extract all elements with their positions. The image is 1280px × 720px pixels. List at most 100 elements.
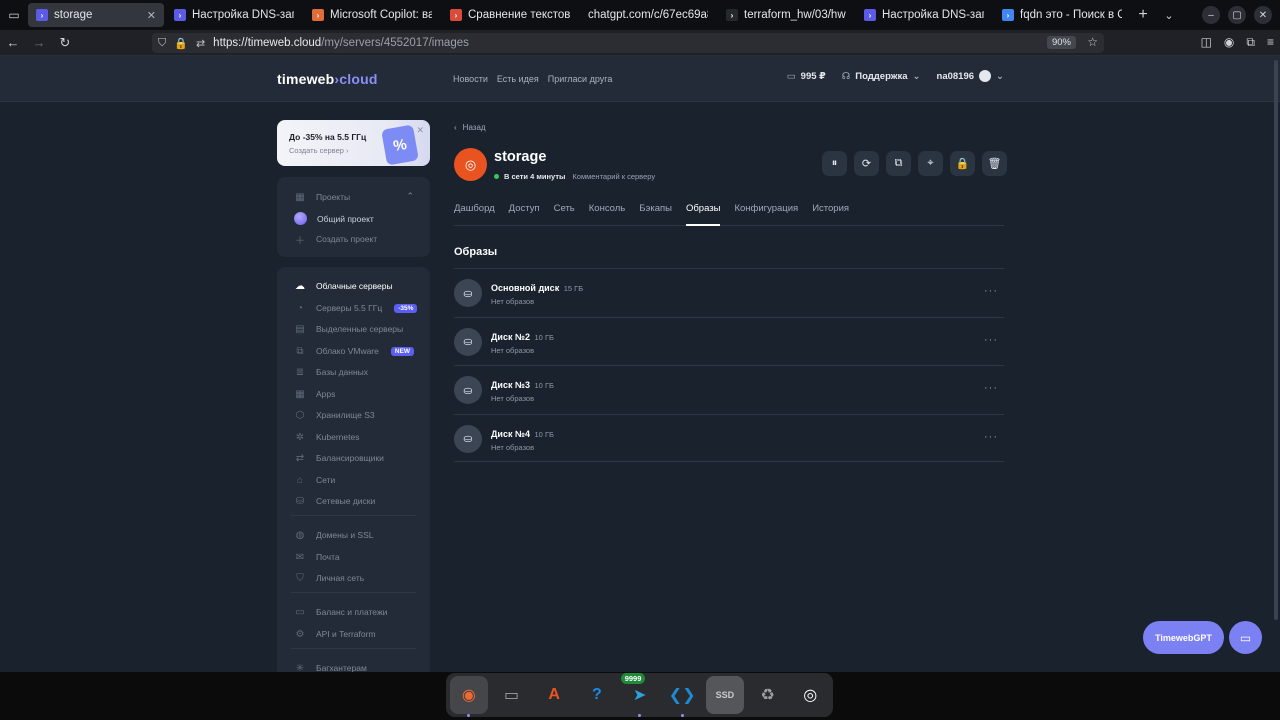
sidebar-item[interactable]: ▤ Выделенные серверы bbox=[294, 323, 403, 335]
browser-tab[interactable]: › storage ✕ bbox=[28, 3, 164, 27]
sidebar-item[interactable]: ✉ Почта bbox=[294, 551, 340, 563]
chat-icon[interactable]: ▭ bbox=[1229, 621, 1262, 654]
telegram-icon[interactable]: ➤ 9999 bbox=[620, 673, 659, 717]
disk-row[interactable]: ⛀ Диск №4 10 ГБ Нет образов ··· bbox=[454, 413, 1004, 462]
more-options-icon[interactable]: ··· bbox=[984, 431, 998, 443]
address-bar[interactable]: ⛉ 🔒 ⇄ https://timeweb.cloud/my/servers/4… bbox=[152, 33, 1104, 53]
projects-header[interactable]: ▦ Проекты bbox=[294, 191, 350, 203]
firefox-icon[interactable]: ◉ bbox=[450, 676, 488, 717]
app-center-icon[interactable]: A bbox=[535, 676, 573, 714]
trash-icon[interactable]: ♻ bbox=[749, 676, 787, 714]
shield-icon[interactable]: ⛉ bbox=[158, 37, 166, 50]
reload-icon[interactable]: ↻ bbox=[52, 35, 78, 51]
ubuntu-icon[interactable]: ◎ bbox=[791, 676, 829, 714]
minimize-icon[interactable]: – bbox=[1202, 6, 1220, 24]
extensions-icon[interactable]: ⧉ bbox=[1246, 35, 1255, 50]
promo-link[interactable]: Создать сервер › bbox=[289, 146, 349, 155]
sidebar-item[interactable]: ⬡ Хранилище S3 bbox=[294, 409, 375, 421]
header-nav-link[interactable]: Новости bbox=[453, 74, 488, 84]
balance[interactable]: ▭ 995 ₽ bbox=[787, 71, 826, 82]
disk-row[interactable]: ⛀ Диск №3 10 ГБ Нет образов ··· bbox=[454, 365, 1004, 414]
browser-tab[interactable]: chatgpt.com/c/67ec69a8- bbox=[580, 3, 716, 27]
server-tab[interactable]: Консоль bbox=[589, 203, 626, 226]
help-icon[interactable]: ? bbox=[578, 676, 616, 714]
server-tab[interactable]: Доступ bbox=[509, 203, 540, 226]
sidebar-divider bbox=[291, 592, 416, 593]
disk-icon[interactable]: SSD bbox=[706, 676, 744, 714]
disk-size: 10 ГБ bbox=[534, 429, 554, 439]
chevron-up-icon[interactable]: ⌃ bbox=[406, 191, 414, 202]
browser-tab[interactable]: › Настройка DNS-запис bbox=[166, 3, 302, 27]
browser-tab[interactable]: › terraform_hw/03/hw-0 bbox=[718, 3, 854, 27]
back-link[interactable]: ‹ Назад bbox=[454, 123, 486, 132]
server-tab[interactable]: Сеть bbox=[554, 203, 575, 226]
sidebar-item[interactable]: ☁ Облачные серверы bbox=[294, 280, 393, 292]
sidebar-item[interactable]: ⧉ Облако VMware NEW bbox=[294, 345, 415, 357]
sidebar-item[interactable]: ≣ Базы данных bbox=[294, 366, 368, 378]
more-options-icon[interactable]: ··· bbox=[984, 382, 998, 394]
window-close-icon[interactable]: ✕ bbox=[1254, 6, 1272, 24]
lock-button[interactable]: 🔒 bbox=[950, 151, 975, 176]
browser-tab[interactable]: › Настройка DNS-запис bbox=[856, 3, 992, 27]
url-text[interactable]: https://timeweb.cloud/my/servers/4552017… bbox=[213, 37, 469, 49]
header-nav-link[interactable]: Есть идея bbox=[497, 74, 539, 84]
sidebar-item[interactable]: ◍ Домены и SSL bbox=[294, 529, 374, 541]
browser-tab[interactable]: › Microsoft Copilot: ваш bbox=[304, 3, 440, 27]
server-tab[interactable]: История bbox=[812, 203, 849, 226]
scrollbar[interactable] bbox=[1274, 60, 1278, 620]
tab-close-icon[interactable]: ✕ bbox=[147, 9, 156, 22]
trash-button[interactable]: 🗑 bbox=[982, 151, 1007, 176]
browser-tab[interactable]: › Сравнение текстов он bbox=[442, 3, 578, 27]
menu-icon[interactable]: ≡ bbox=[1267, 35, 1274, 50]
vscode-icon[interactable]: ❮❯ bbox=[663, 676, 701, 717]
sidebar-item[interactable]: ⛁ Сетевые диски bbox=[294, 495, 375, 507]
more-options-icon[interactable]: ··· bbox=[984, 285, 998, 297]
copy-button[interactable]: ⧉ bbox=[886, 151, 911, 176]
sidebar-item-label: Базы данных bbox=[316, 367, 369, 377]
forward-arrow-icon[interactable]: → bbox=[26, 35, 52, 50]
close-icon[interactable]: ✕ bbox=[416, 125, 424, 136]
sidebar-item[interactable]: ✲ Kubernetes bbox=[294, 431, 360, 443]
server-tab[interactable]: Дашборд bbox=[454, 203, 495, 226]
header-nav-link[interactable]: Пригласи друга bbox=[548, 74, 613, 84]
permissions-icon[interactable]: ⇄ bbox=[196, 37, 205, 50]
sidebar-item-label: Сети bbox=[316, 475, 336, 485]
tab-list-chevron-icon[interactable]: ⌄ bbox=[1156, 9, 1182, 22]
user-menu[interactable]: na08196 ⌄ bbox=[937, 70, 1004, 82]
tab-overview-icon[interactable]: ▭ bbox=[0, 0, 28, 30]
sidebar-item[interactable]: ⌂ Сети bbox=[294, 474, 335, 486]
sidebar-item[interactable]: ◔ Серверы 5.5 ГГц -35% bbox=[294, 302, 418, 314]
server-tab[interactable]: Конфигурация bbox=[734, 203, 798, 226]
pocket-icon[interactable]: ◫ bbox=[1201, 35, 1212, 50]
back-arrow-icon[interactable]: ← bbox=[0, 35, 26, 50]
zoom-level[interactable]: 90% bbox=[1046, 36, 1076, 49]
sidebar-item[interactable]: ⚙ API и Terraform bbox=[294, 628, 376, 640]
restore-icon[interactable]: ▢ bbox=[1228, 6, 1246, 24]
disk-row[interactable]: ⛀ Диск №2 10 ГБ Нет образов ··· bbox=[454, 316, 1004, 366]
promo-banner[interactable]: До -35% на 5.5 ГГц Создать сервер › % ✕ bbox=[277, 120, 430, 166]
sidebar-item[interactable]: ▦ Apps bbox=[294, 388, 335, 400]
support-menu[interactable]: ☊ Поддержка ⌄ bbox=[842, 71, 921, 82]
more-options-icon[interactable]: ··· bbox=[984, 334, 998, 346]
timeweb-logo[interactable]: timeweb›cloud bbox=[277, 71, 378, 87]
pause-button[interactable]: ⏸ bbox=[822, 151, 847, 176]
browser-tab[interactable]: › fqdn это - Поиск в Goo bbox=[994, 3, 1130, 27]
server-comment-link[interactable]: Комментарий к серверу bbox=[572, 172, 655, 181]
project-item-default[interactable]: Общий проект bbox=[294, 212, 374, 225]
create-project-button[interactable]: ＋ Создать проект bbox=[294, 233, 377, 247]
restart-button[interactable]: ⟳ bbox=[854, 151, 879, 176]
server-tab[interactable]: Образы bbox=[685, 203, 721, 226]
sidebar-item[interactable]: ⇄ Балансировщики bbox=[294, 452, 384, 464]
screenshot-button[interactable]: ⌖ bbox=[918, 151, 943, 176]
account-icon[interactable]: ◉ bbox=[1224, 35, 1234, 50]
server-tab[interactable]: Бэкапы bbox=[639, 203, 672, 226]
files-icon[interactable]: ▭ bbox=[493, 676, 531, 714]
timeweb-gpt-button[interactable]: TimewebGPT bbox=[1143, 621, 1224, 654]
new-tab-icon[interactable]: + bbox=[1130, 6, 1156, 24]
bookmark-star-icon[interactable]: ☆ bbox=[1087, 35, 1098, 49]
disk-images-status: Нет образов bbox=[491, 297, 535, 306]
sidebar-item[interactable]: ▭ Баланс и платежи bbox=[294, 606, 387, 618]
sidebar-item[interactable]: ⛉ Личная сеть bbox=[294, 572, 364, 584]
disk-row[interactable]: ⛀ Основной диск 15 ГБ Нет образов ··· bbox=[454, 268, 1004, 317]
lock-icon[interactable]: 🔒 bbox=[174, 37, 188, 50]
